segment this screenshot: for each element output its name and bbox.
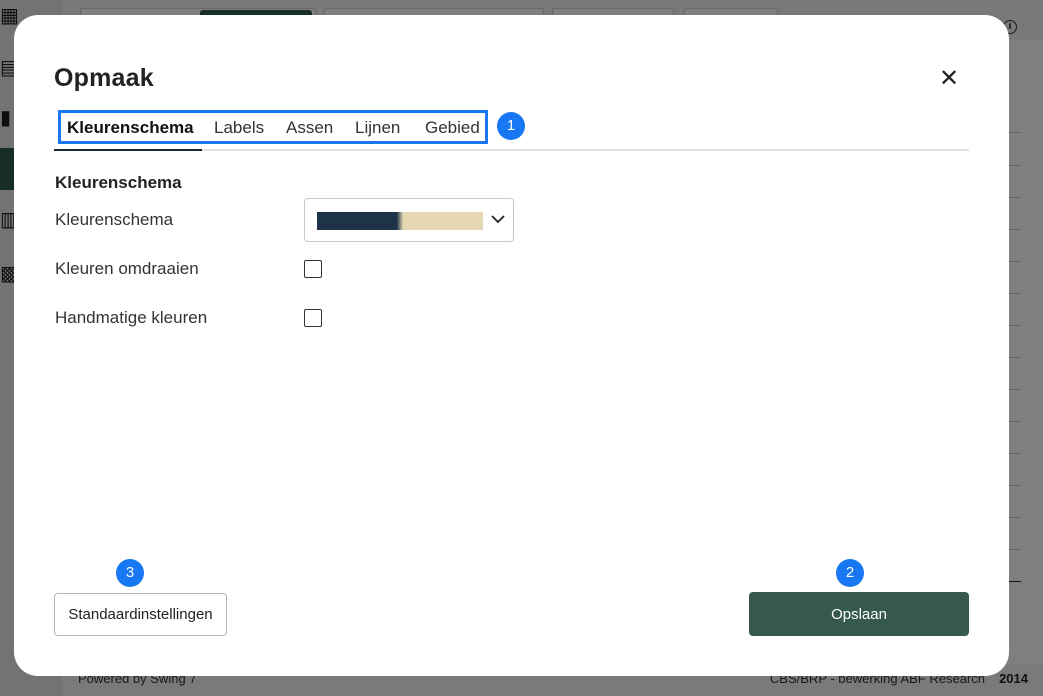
annotation-badge-2: 2 [836,559,864,587]
annotation-badge-1: 1 [497,112,525,140]
manual-colors-label: Handmatige kleuren [55,308,208,327]
tabs-highlight-box [58,110,488,144]
color-scheme-label: Kleurenschema [55,210,174,229]
manual-colors-checkbox[interactable] [304,309,322,327]
color-scheme-select[interactable] [304,198,514,242]
dialog-title: Opmaak [54,64,154,92]
annotation-badge-3: 3 [116,559,144,587]
close-icon[interactable]: ✕ [936,65,962,91]
reverse-colors-label: Kleuren omdraaien [55,259,199,278]
defaults-button[interactable]: Standaardinstellingen [54,593,227,636]
chevron-down-icon [491,215,505,224]
active-tab-indicator [54,149,202,151]
color-scheme-swatch [317,212,483,230]
format-dialog: Opmaak ✕ Kleurenschema Labels Assen Lijn… [14,15,1009,676]
reverse-colors-checkbox[interactable] [304,260,322,278]
save-button[interactable]: Opslaan [749,592,969,636]
section-title: Kleurenschema [55,173,182,192]
